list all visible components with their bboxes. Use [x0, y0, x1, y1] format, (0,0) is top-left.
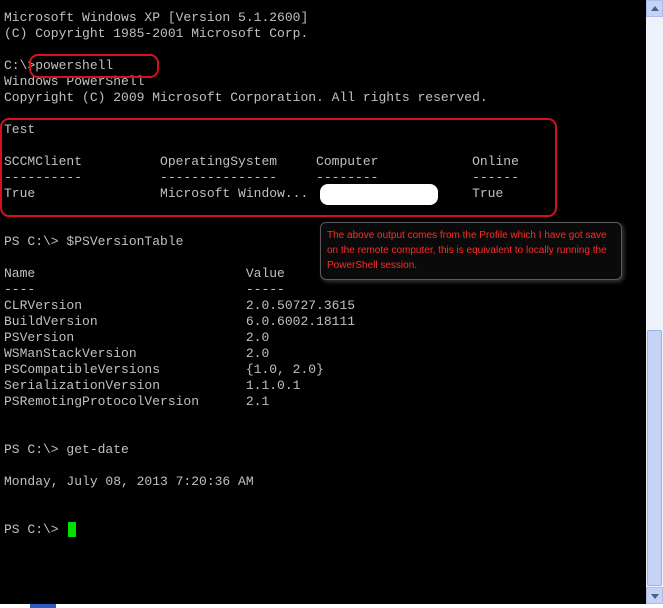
text-cursor	[68, 522, 76, 537]
table-row: SerializationVersion 1.1.0.1	[4, 378, 301, 393]
console-window[interactable]: Microsoft Windows XP [Version 5.1.2600] …	[0, 0, 646, 604]
scroll-down-button[interactable]	[646, 587, 663, 604]
profile-output-highlight	[0, 118, 557, 217]
prompt-line: PS C:\>	[4, 522, 67, 537]
console-line: Copyright (C) 2009 Microsoft Corporation…	[4, 90, 488, 105]
console-line: PS C:\> $PSVersionTable	[4, 234, 184, 249]
chevron-down-icon	[651, 594, 659, 599]
table-row: PSCompatibleVersions {1.0, 2.0}	[4, 362, 324, 377]
table-row: WSManStackVersion 2.0	[4, 346, 270, 361]
table-row: BuildVersion 6.0.6002.18111	[4, 314, 356, 329]
chevron-up-icon	[651, 6, 659, 11]
callout-text: The above output comes from the Profile …	[327, 230, 607, 271]
powershell-command-highlight	[29, 54, 159, 78]
console-line: Monday, July 08, 2013 7:20:36 AM	[4, 474, 254, 489]
console-line: PS C:\> get-date	[4, 442, 129, 457]
taskbar-fragment	[30, 604, 56, 608]
annotation-callout: The above output comes from the Profile …	[320, 222, 622, 280]
table-row: CLRVersion 2.0.50727.3615	[4, 298, 356, 313]
redacted-computer-name	[320, 184, 438, 205]
table-row: PSRemotingProtocolVersion 2.1	[4, 394, 270, 409]
table-header-line: Name Value	[4, 266, 285, 281]
console-line: (C) Copyright 1985-2001 Microsoft Corp.	[4, 26, 309, 41]
vertical-scrollbar[interactable]	[646, 0, 663, 604]
window-bottom-edge	[0, 604, 663, 608]
console-line: Microsoft Windows XP [Version 5.1.2600]	[4, 10, 309, 25]
scrollbar-thumb[interactable]	[647, 330, 662, 586]
scroll-up-button[interactable]	[646, 0, 663, 17]
table-separator-line: ---- -----	[4, 282, 285, 297]
table-row: PSVersion 2.0	[4, 330, 270, 345]
